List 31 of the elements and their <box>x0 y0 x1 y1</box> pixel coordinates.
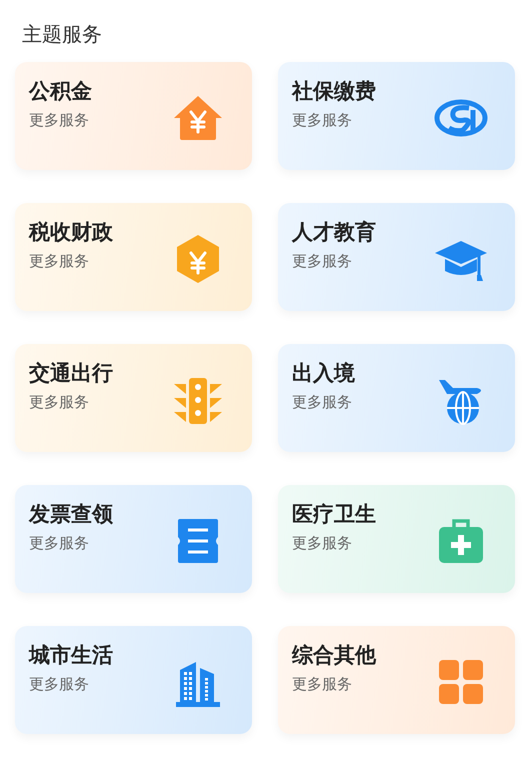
service-card[interactable]: 出入境 更多服务 <box>278 344 515 452</box>
service-card[interactable]: 人才教育 更多服务 <box>278 203 515 311</box>
service-card[interactable]: 社保缴费 更多服务 <box>278 62 515 170</box>
card-title: 医疗卫生 <box>292 501 376 528</box>
card-subtitle: 更多服务 <box>292 534 352 554</box>
card-title: 城市生活 <box>29 642 113 669</box>
card-subtitle: 更多服务 <box>292 252 352 272</box>
card-subtitle: 更多服务 <box>29 252 89 272</box>
card-subtitle: 更多服务 <box>29 111 89 130</box>
card-title: 税收财政 <box>29 219 113 246</box>
card-subtitle: 更多服务 <box>292 675 352 694</box>
service-card[interactable]: 医疗卫生 更多服务 <box>278 485 515 593</box>
service-card[interactable]: 城市生活 更多服务 <box>15 626 252 734</box>
card-subtitle: 更多服务 <box>29 675 89 694</box>
card-title: 人才教育 <box>292 219 376 246</box>
service-card[interactable]: 综合其他 更多服务 <box>278 626 515 734</box>
service-card[interactable]: 公积金 更多服务 <box>15 62 252 170</box>
card-title: 社保缴费 <box>292 78 376 105</box>
card-title: 出入境 <box>292 360 355 387</box>
card-title: 公积金 <box>29 78 92 105</box>
card-subtitle: 更多服务 <box>29 393 89 412</box>
card-title: 交通出行 <box>29 360 113 387</box>
card-subtitle: 更多服务 <box>292 111 352 130</box>
section-title: 主题服务 <box>21 22 103 46</box>
service-card[interactable]: 交通出行 更多服务 <box>15 344 252 452</box>
card-title: 发票查领 <box>29 501 113 528</box>
card-subtitle: 更多服务 <box>29 534 89 554</box>
card-subtitle: 更多服务 <box>292 393 352 412</box>
service-card[interactable]: 税收财政 更多服务 <box>15 203 252 311</box>
card-title: 综合其他 <box>292 642 376 669</box>
service-card[interactable]: 发票查领 更多服务 <box>15 485 252 593</box>
